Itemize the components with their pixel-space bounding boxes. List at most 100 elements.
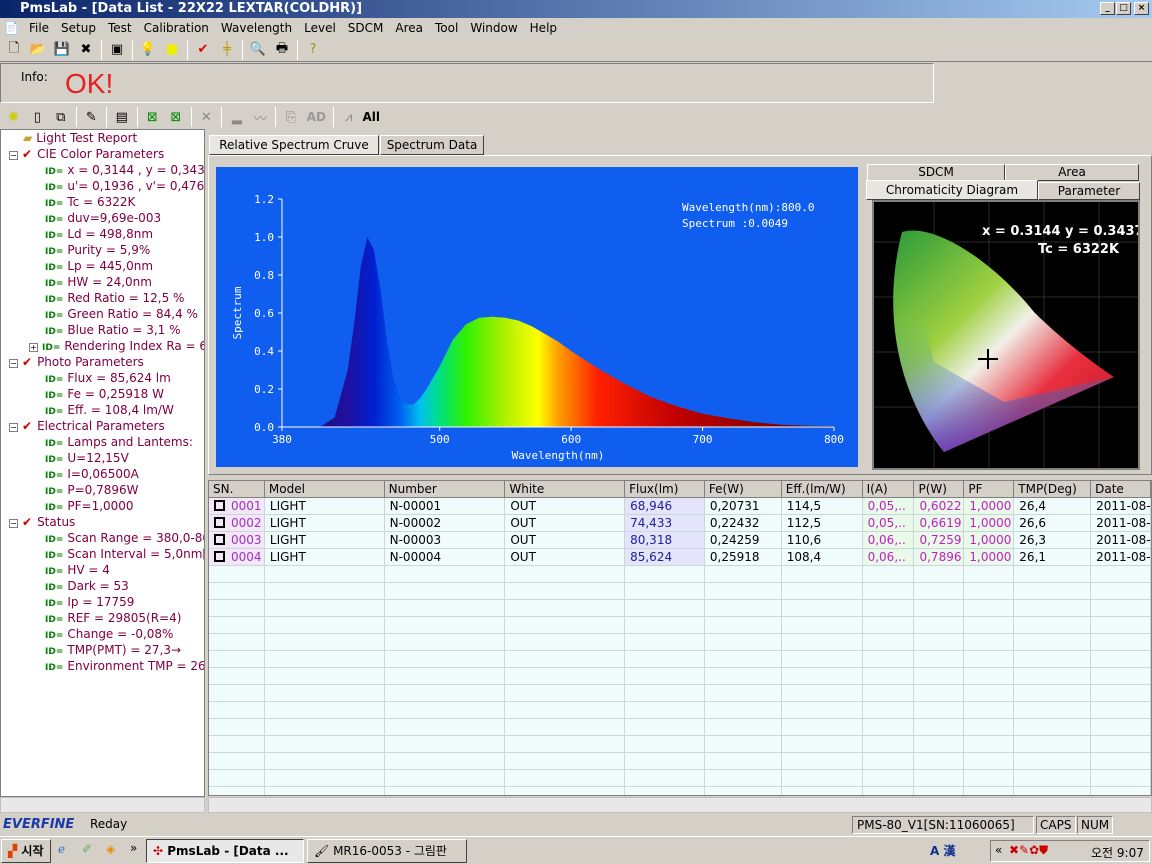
column-header[interactable]: Fe(W) xyxy=(704,481,782,498)
menu-file[interactable]: File xyxy=(23,21,55,35)
menu-test[interactable]: Test xyxy=(102,21,138,35)
tab-sdcm[interactable]: SDCM xyxy=(867,164,1005,181)
column-header[interactable]: TMP(Deg) xyxy=(1014,481,1092,498)
tab-chromaticity-diagram[interactable]: Chromaticity Diagram xyxy=(866,180,1038,200)
column-header[interactable]: Number xyxy=(384,481,506,498)
table-row[interactable] xyxy=(209,685,1151,702)
expand-icon[interactable]: + xyxy=(29,343,38,352)
tray-icons[interactable]: ✖✎✿⛊ xyxy=(1009,843,1048,858)
collapse-icon[interactable]: − xyxy=(9,519,18,528)
tree-item[interactable]: ID= Dark = 53 xyxy=(1,578,204,594)
tree-item[interactable]: ID= u'= 0,1936 , v'= 0,4762 xyxy=(1,178,204,194)
tree-item[interactable]: ID= TMP(PMT) = 27,3→ xyxy=(1,642,204,658)
multi-lamp-icon[interactable]: ⧉ xyxy=(51,107,71,127)
tree-item[interactable]: ID= P=0,7896W xyxy=(1,482,204,498)
tree-item[interactable]: ID= Tc = 6322K xyxy=(1,194,204,210)
tree-item[interactable]: ID= Fe = 0,25918 W xyxy=(1,386,204,402)
tree-group[interactable]: − ✔ Photo Parameters xyxy=(1,354,204,370)
parameter-tree[interactable]: ▰ Light Test Report − ✔ CIE Color Parameters… xyxy=(0,129,205,797)
menu-help[interactable]: Help xyxy=(524,21,563,35)
save-icon[interactable]: 💾 xyxy=(52,40,72,60)
new-icon[interactable]: 🗋 xyxy=(4,40,24,60)
quicklaunch-icon[interactable]: ✐ xyxy=(82,842,92,856)
menu-calibration[interactable]: Calibration xyxy=(138,21,215,35)
task-pmslab[interactable]: ✣ PmsLab - [Data ... xyxy=(146,839,304,863)
table-row[interactable]: 0004 LIGHT N-00004 OUT 85,624 0,25918 108,4 0,0… xyxy=(209,549,1151,566)
table-row[interactable] xyxy=(209,702,1151,719)
tab-relative-spectrum[interactable]: Relative Spectrum Cruve xyxy=(209,135,379,155)
minimize-button[interactable]: _ xyxy=(1100,2,1115,15)
row-checkbox[interactable] xyxy=(214,534,225,545)
tree-root[interactable]: ▰ Light Test Report xyxy=(1,130,204,146)
menu-level[interactable]: Level xyxy=(298,21,342,35)
tree-group[interactable]: − ✔ Electrical Parameters xyxy=(1,418,204,434)
curves-icon[interactable]: ⩘ xyxy=(339,107,359,127)
ime-indicator[interactable]: A 漢 xyxy=(930,842,955,859)
tree-item[interactable]: ID= Scan Interval = 5,0nm[0] xyxy=(1,546,204,562)
chart-line-icon[interactable]: 〰 xyxy=(251,107,271,127)
single-lamp-icon[interactable]: ▯ xyxy=(28,107,48,127)
table-row[interactable]: 0001 LIGHT N-00001 OUT 68,946 0,20731 114,5 0,0… xyxy=(209,498,1151,515)
start-button[interactable]: ▞ 시작 xyxy=(1,839,51,863)
tree-item[interactable]: ID= Red Ratio = 12,5 % xyxy=(1,290,204,306)
tree-horizontal-scrollbar[interactable] xyxy=(0,797,205,813)
more-icon[interactable]: » xyxy=(130,841,137,855)
open-icon[interactable]: 📂 xyxy=(28,40,48,60)
tab-parameter[interactable]: Parameter xyxy=(1038,182,1140,200)
all-button[interactable]: All xyxy=(362,110,380,124)
column-header[interactable]: PF xyxy=(964,481,1015,498)
quicklaunch2-icon[interactable]: ◈ xyxy=(106,842,115,856)
help-icon[interactable]: ? xyxy=(303,40,323,60)
column-header[interactable]: White xyxy=(505,481,626,498)
table-row[interactable] xyxy=(209,719,1151,736)
table-row[interactable] xyxy=(209,600,1151,617)
excel-icon[interactable]: ⊠ xyxy=(143,107,163,127)
tree-item[interactable]: ID=Scan Range = 380,0-800, xyxy=(1,530,204,546)
collapse-icon[interactable]: − xyxy=(9,423,18,432)
close-button[interactable]: × xyxy=(1134,2,1149,15)
task-paint[interactable]: 🖌 MR16-0053 - 그림판 xyxy=(307,839,467,863)
tree-item[interactable]: ID= PF=1,0000 xyxy=(1,498,204,514)
collapse-icon[interactable]: − xyxy=(9,151,18,160)
print-icon[interactable]: 🖶 xyxy=(272,40,292,60)
tray-expand-icon[interactable]: « xyxy=(995,843,1002,857)
check-icon[interactable]: ✔ xyxy=(193,40,213,60)
column-header[interactable]: I(A) xyxy=(862,481,915,498)
menu-window[interactable]: Window xyxy=(464,21,523,35)
table-row[interactable]: 0003 LIGHT N-00003 OUT 80,318 0,24259 110,6 0,0… xyxy=(209,532,1151,549)
tree-group[interactable]: − ✔ Status xyxy=(1,514,204,530)
tree-item[interactable]: ID= Lamps and Lantems: xyxy=(1,434,204,450)
maximize-button[interactable]: □ xyxy=(1116,2,1131,15)
tree-item[interactable]: ID= Green Ratio = 84,4 % xyxy=(1,306,204,322)
tree-item[interactable]: ID= Environment TMP = 26,1 xyxy=(1,658,204,674)
report-icon[interactable]: ▤ xyxy=(112,107,132,127)
tree-item[interactable]: + ID= Rendering Index Ra = 68 xyxy=(1,338,204,354)
column-header[interactable]: P(W) xyxy=(914,481,965,498)
cancel-icon[interactable]: ✕ xyxy=(197,107,217,127)
delete-icon[interactable]: ✖ xyxy=(76,40,96,60)
table-row[interactable] xyxy=(209,566,1151,583)
row-checkbox[interactable] xyxy=(214,551,225,562)
chart-icon[interactable]: ▂ xyxy=(227,107,247,127)
collapse-icon[interactable]: − xyxy=(9,359,18,368)
table-row[interactable] xyxy=(209,787,1151,795)
column-header[interactable]: Date xyxy=(1091,481,1151,498)
picture-icon[interactable]: ▣ xyxy=(107,40,127,60)
table-row[interactable] xyxy=(209,668,1151,685)
preview-icon[interactable]: 🔍 xyxy=(248,40,268,60)
ad-button[interactable]: AD xyxy=(307,110,326,124)
tree-item[interactable]: ID= Lp = 445,0nm xyxy=(1,258,204,274)
tape-icon[interactable]: ✎ xyxy=(82,107,102,127)
tree-item[interactable]: ID= Blue Ratio = 3,1 % xyxy=(1,322,204,338)
menu-area[interactable]: Area xyxy=(389,21,429,35)
excel-export-icon[interactable]: ⊠ xyxy=(166,107,186,127)
table-row[interactable] xyxy=(209,583,1151,600)
tree-item[interactable]: ID= I=0,06500A xyxy=(1,466,204,482)
ruler-icon[interactable]: ╪ xyxy=(217,40,237,60)
tree-group[interactable]: − ✔ CIE Color Parameters xyxy=(1,146,204,162)
row-checkbox[interactable] xyxy=(214,517,225,528)
tree-item[interactable]: ID= duv=9,69e-003 xyxy=(1,210,204,226)
tree-item[interactable]: ID= Ld = 498,8nm xyxy=(1,226,204,242)
tab-spectrum-data[interactable]: Spectrum Data xyxy=(380,135,484,155)
table-row[interactable]: 0002 LIGHT N-00002 OUT 74,433 0,22432 112,5 0,0… xyxy=(209,515,1151,532)
